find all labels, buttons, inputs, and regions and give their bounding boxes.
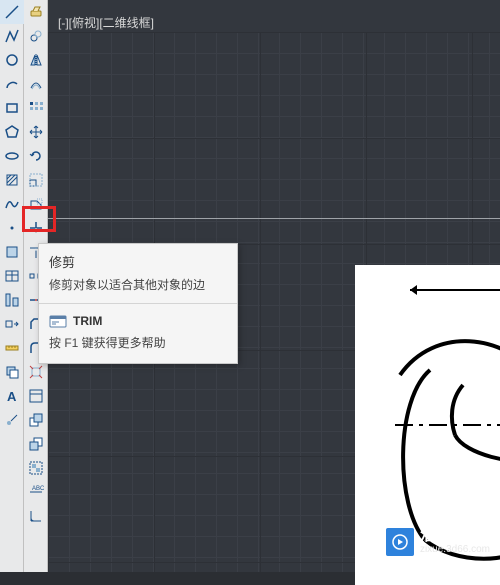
erase-icon[interactable] [24, 0, 48, 24]
command-icon [49, 314, 67, 328]
point-icon[interactable] [0, 216, 24, 240]
hatch-icon[interactable] [0, 168, 24, 192]
arc-icon[interactable] [0, 72, 24, 96]
play-icon [386, 528, 414, 556]
spline-icon[interactable] [0, 192, 24, 216]
dim-linear-icon[interactable]: ABC [24, 480, 48, 504]
rectangle-icon[interactable] [0, 96, 24, 120]
viewport-label[interactable]: [-][俯视][二维线框] [58, 14, 154, 31]
tooltip-help: 按 F1 键获得更多帮助 [49, 334, 227, 351]
properties-icon[interactable] [24, 384, 48, 408]
watermark: 溜溜自学 zixue.3d66.com [386, 528, 490, 556]
watermark-subtitle: zixue.3d66.com [420, 544, 490, 556]
tooltip-command: TRIM [73, 314, 102, 328]
offset-icon[interactable] [24, 72, 48, 96]
bring-front-icon[interactable] [24, 408, 48, 432]
svg-text:ABC: ABC [32, 486, 44, 492]
stretch-icon[interactable] [24, 192, 48, 216]
leader-icon[interactable] [0, 408, 24, 432]
ellipse-icon[interactable] [0, 144, 24, 168]
stretch-tool-icon[interactable] [0, 312, 24, 336]
tooltip: 修剪 修剪对象以适合其他对象的边 TRIM 按 F1 键获得更多帮助 [38, 243, 238, 364]
region-icon[interactable] [0, 240, 24, 264]
line-icon[interactable] [0, 0, 24, 24]
a-text-icon[interactable]: A [0, 384, 24, 408]
polyline-icon[interactable] [0, 24, 24, 48]
trim-icon[interactable] [24, 216, 48, 240]
send-back-icon[interactable] [24, 432, 48, 456]
toolbar-draw: A [0, 0, 24, 572]
move-icon[interactable] [24, 120, 48, 144]
table-icon[interactable] [0, 264, 24, 288]
svg-text:A: A [7, 389, 17, 404]
draworder-icon[interactable] [0, 360, 24, 384]
tooltip-description: 修剪对象以适合其他对象的边 [49, 276, 227, 293]
tooltip-separator [39, 303, 237, 304]
rotate-icon[interactable] [24, 144, 48, 168]
dim-angular-icon[interactable] [24, 504, 48, 528]
tooltip-title: 修剪 [49, 252, 227, 271]
measure-icon[interactable] [0, 336, 24, 360]
mirror-icon[interactable] [24, 48, 48, 72]
copy-icon[interactable] [24, 24, 48, 48]
drawing-hline [48, 218, 500, 219]
group-icon[interactable] [24, 456, 48, 480]
scale-icon[interactable] [24, 168, 48, 192]
polygon-icon[interactable] [0, 120, 24, 144]
circle-icon[interactable] [0, 48, 24, 72]
watermark-title: 溜溜自学 [420, 528, 490, 544]
array-icon[interactable] [24, 96, 48, 120]
align-tool-icon[interactable] [0, 288, 24, 312]
